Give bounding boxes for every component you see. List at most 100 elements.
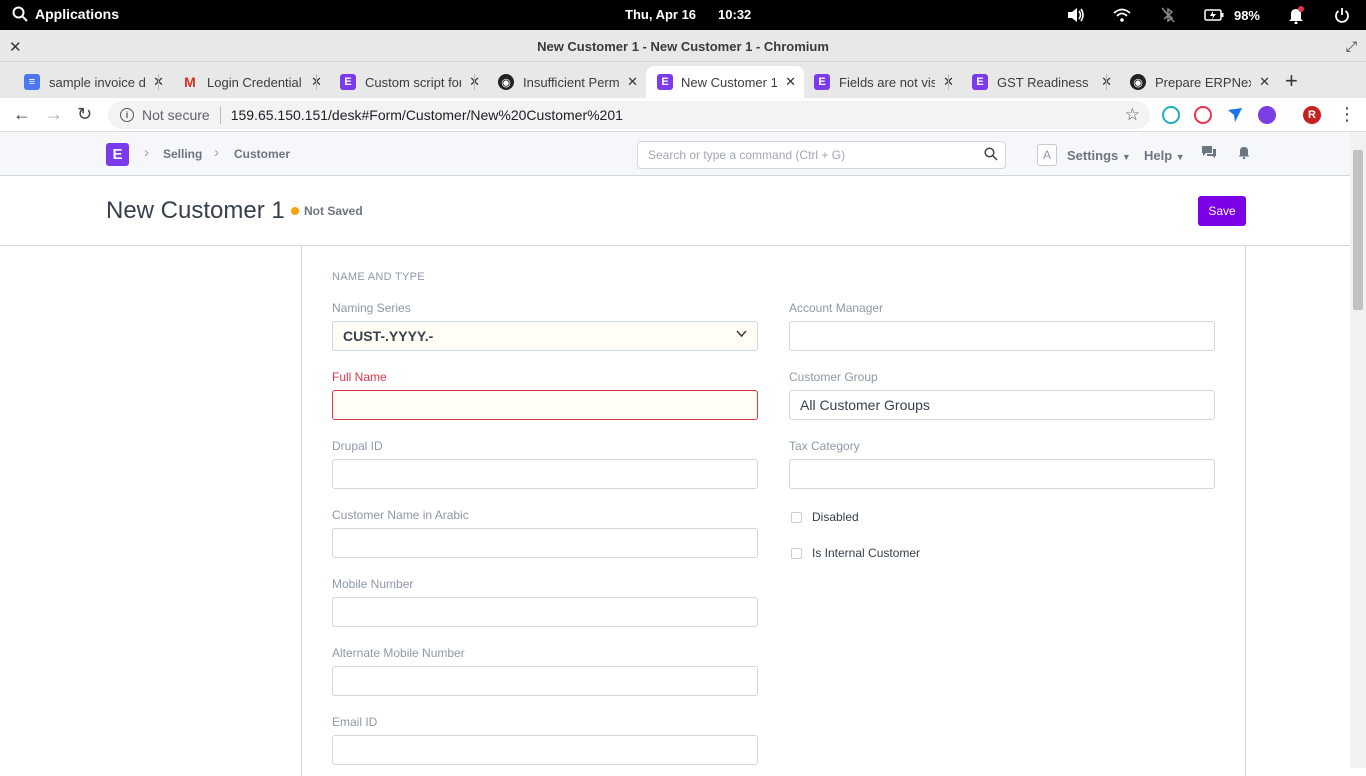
power-icon[interactable]: [1332, 5, 1352, 25]
mobile-number-input[interactable]: [332, 597, 758, 627]
notification-bell-icon[interactable]: [1238, 145, 1250, 162]
tab-label: Prepare ERPNext: [1155, 74, 1251, 90]
tab-sample-invoice[interactable]: ≡ sample invoice d ✕: [0, 66, 172, 98]
system-tray: 98%: [1066, 5, 1352, 25]
tab-new-customer[interactable]: E New Customer 1 ✕: [646, 66, 804, 98]
customer-group-input[interactable]: All Customer Groups: [789, 390, 1215, 420]
tab-label: Insufficient Perm: [523, 74, 619, 90]
omnibox[interactable]: i Not secure 159.65.150.151/desk#Form/Cu…: [108, 101, 1150, 129]
customer-name-arabic-input[interactable]: [332, 528, 758, 558]
tab-strip: ≡ sample invoice d ✕ M Login Credential …: [0, 62, 1366, 98]
tab-close-icon[interactable]: ✕: [627, 74, 638, 90]
customer-name-arabic-field: Customer Name in Arabic: [332, 508, 758, 558]
browser-menu-icon[interactable]: ⋮: [1338, 104, 1356, 125]
app-navbar: E › Selling › Customer Search or type a …: [0, 132, 1366, 176]
alternate-mobile-number-input[interactable]: [332, 666, 758, 696]
page-head: New Customer 1 Not Saved Save: [0, 176, 1350, 246]
breadcrumb-selling[interactable]: Selling: [163, 147, 202, 161]
wifi-icon[interactable]: [1112, 5, 1132, 25]
full-name-field: Full Name: [332, 370, 758, 420]
url-text[interactable]: 159.65.150.151/desk#Form/Customer/New%20…: [231, 107, 623, 123]
battery-icon[interactable]: [1204, 5, 1224, 25]
save-button[interactable]: Save: [1198, 196, 1246, 226]
reload-icon[interactable]: ↻: [77, 104, 92, 125]
section-heading: NAME AND TYPE: [332, 271, 425, 283]
field-label: Full Name: [332, 370, 387, 384]
tab-label: GST Readiness Ir: [997, 74, 1093, 90]
tab-label: New Customer 1: [681, 74, 777, 90]
erpnext-logo[interactable]: E: [106, 143, 129, 166]
page-scrollbar[interactable]: [1350, 132, 1366, 768]
bluetooth-off-icon[interactable]: [1158, 5, 1178, 25]
volume-icon[interactable]: [1066, 5, 1086, 25]
disabled-checkbox[interactable]: [791, 511, 802, 523]
is-internal-customer-checkbox-row[interactable]: Is Internal Customer: [791, 546, 920, 560]
search-icon[interactable]: [984, 147, 998, 164]
time-label: 10:32: [718, 7, 752, 22]
tab-close-icon[interactable]: ✕: [1259, 74, 1270, 90]
tab-prepare-erpnext[interactable]: ◉ Prepare ERPNext ✕: [1106, 66, 1278, 98]
tab-label: Custom script for: [365, 74, 461, 90]
drupal-id-input[interactable]: [332, 459, 758, 489]
page-title: New Customer 1: [106, 197, 285, 224]
tax-category-field: Tax Category: [789, 439, 1215, 489]
scrollbar-thumb[interactable]: [1353, 150, 1363, 310]
clock[interactable]: Thu, Apr 16 10:32: [625, 7, 751, 22]
notification-bell-icon[interactable]: [1286, 5, 1306, 25]
docs-icon: ≡: [24, 74, 40, 90]
date-label: Thu, Apr 16: [625, 7, 697, 22]
tab-insufficient-perm[interactable]: ◉ Insufficient Perm ✕: [474, 66, 646, 98]
breadcrumb-separator-icon: ›: [144, 144, 149, 161]
status-dot: [291, 207, 299, 215]
customer-group-field: Customer Group All Customer Groups: [789, 370, 1215, 420]
extension-icon[interactable]: [1194, 106, 1212, 124]
chat-icon[interactable]: [1201, 145, 1217, 162]
email-id-input[interactable]: [332, 735, 758, 765]
extension-icon[interactable]: [1162, 106, 1180, 124]
breadcrumb-customer[interactable]: Customer: [234, 147, 290, 161]
help-menu[interactable]: Help ▼: [1144, 148, 1185, 163]
settings-menu[interactable]: Settings ▼: [1067, 148, 1131, 163]
field-label: Customer Name in Arabic: [332, 508, 469, 522]
tab-label: sample invoice d: [49, 74, 145, 90]
extension-icon[interactable]: [1258, 106, 1276, 124]
drupal-id-field: Drupal ID: [332, 439, 758, 489]
back-icon[interactable]: ←: [13, 104, 31, 125]
user-avatar[interactable]: A: [1037, 144, 1057, 166]
tab-login-credential[interactable]: M Login Credential ✕: [158, 66, 330, 98]
bookmark-star-icon[interactable]: ☆: [1125, 105, 1140, 125]
tab-gst-readiness[interactable]: E GST Readiness Ir ✕: [948, 66, 1120, 98]
field-label: Alternate Mobile Number: [332, 646, 465, 660]
naming-series-select[interactable]: CUST-.YYYY.-: [332, 321, 758, 351]
extension-icon[interactable]: [1226, 106, 1244, 124]
full-name-input[interactable]: [332, 390, 758, 420]
erpnext-icon: E: [814, 74, 830, 90]
disabled-checkbox-row[interactable]: Disabled: [791, 510, 859, 524]
new-tab-icon[interactable]: +: [1285, 68, 1298, 94]
github-icon: ◉: [498, 74, 514, 90]
chevron-down-icon: [736, 329, 747, 341]
tax-category-input[interactable]: [789, 459, 1215, 489]
profile-avatar[interactable]: R: [1303, 106, 1321, 124]
window-maximize-icon[interactable]: ⤢: [1346, 38, 1357, 55]
field-label: Naming Series: [332, 301, 411, 315]
field-label: Email ID: [332, 715, 378, 729]
select-value: CUST-.YYYY.-: [343, 328, 434, 344]
forward-icon[interactable]: →: [45, 104, 63, 125]
tab-custom-script[interactable]: E Custom script for ✕: [316, 66, 488, 98]
github-icon: ◉: [1130, 74, 1146, 90]
tab-fields-not-visible[interactable]: E Fields are not vis ✕: [790, 66, 962, 98]
field-label: Tax Category: [789, 439, 860, 453]
form-area: NAME AND TYPE Naming Series CUST-.YYYY.-…: [0, 246, 1350, 776]
omnibox-divider: [219, 106, 221, 124]
info-icon[interactable]: i: [120, 108, 134, 122]
applications-menu[interactable]: Applications: [12, 6, 119, 22]
email-id-field: Email ID: [332, 715, 758, 765]
status-indicator: Not Saved: [291, 204, 363, 218]
awesome-bar-search[interactable]: Search or type a command (Ctrl + G): [637, 141, 1006, 169]
breadcrumb-separator-icon: ›: [214, 144, 219, 161]
is-internal-customer-checkbox[interactable]: [791, 547, 802, 559]
window-title-bar: ✕ New Customer 1 - New Customer 1 - Chro…: [0, 30, 1366, 62]
account-manager-input[interactable]: [789, 321, 1215, 351]
search-icon: [12, 6, 28, 22]
